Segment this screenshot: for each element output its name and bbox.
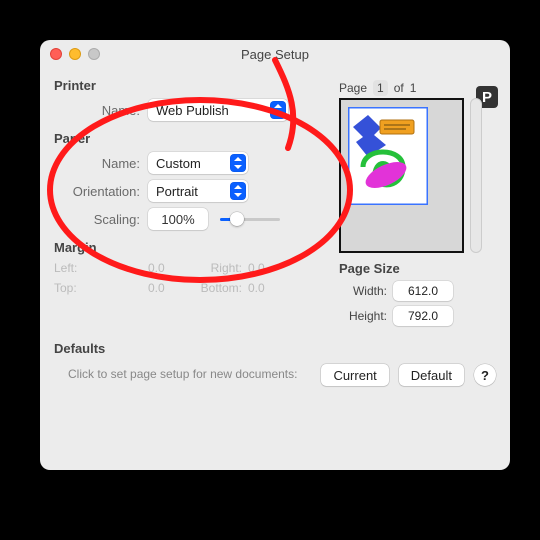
orientation-label: Orientation: bbox=[54, 184, 148, 199]
content-area: Printer Name: Web Publish Paper Name: Cu… bbox=[40, 68, 510, 398]
page-setup-window: Page Setup P Printer Name: Web Publish P… bbox=[40, 40, 510, 470]
current-button[interactable]: Current bbox=[321, 364, 388, 386]
margin-bottom-value: 0.0 bbox=[242, 281, 265, 295]
margin-left-label: Left: bbox=[54, 261, 148, 275]
scaling-label: Scaling: bbox=[54, 212, 148, 227]
chevron-updown-icon bbox=[230, 182, 246, 200]
titlebar: Page Setup bbox=[40, 40, 510, 68]
paper-name-select[interactable]: Custom bbox=[148, 152, 248, 174]
defaults-row: Click to set page setup for new document… bbox=[54, 364, 496, 386]
width-label: Width: bbox=[339, 284, 393, 298]
margin-top-label: Top: bbox=[54, 281, 148, 295]
printer-name-value: Web Publish bbox=[156, 103, 229, 118]
height-label: Height: bbox=[339, 309, 393, 323]
page-of-label: of bbox=[394, 81, 404, 95]
minimize-button[interactable] bbox=[69, 48, 81, 60]
page-size-section-label: Page Size bbox=[339, 261, 496, 276]
width-value: 612.0 bbox=[408, 284, 438, 298]
page-current[interactable]: 1 bbox=[373, 80, 388, 96]
page-total: 1 bbox=[410, 81, 417, 95]
page-preview bbox=[339, 98, 464, 253]
page-size-section: Page Size Width: 612.0 Height: 792.0 bbox=[339, 261, 496, 326]
left-form: Printer Name: Web Publish Paper Name: Cu… bbox=[54, 68, 329, 331]
printer-name-select[interactable]: Web Publish bbox=[148, 99, 288, 121]
close-button[interactable] bbox=[50, 48, 62, 60]
margin-top-value: 0.0 bbox=[148, 281, 192, 295]
default-button[interactable]: Default bbox=[399, 364, 464, 386]
preview-artwork-icon bbox=[348, 107, 428, 205]
paper-name-value: Custom bbox=[156, 156, 201, 171]
chevron-updown-icon bbox=[270, 101, 286, 119]
scaling-value: 100% bbox=[161, 212, 194, 227]
height-input[interactable]: 792.0 bbox=[393, 306, 453, 326]
slider-knob[interactable] bbox=[230, 212, 244, 226]
margin-left-value: 0.0 bbox=[148, 261, 192, 275]
defaults-section-label: Defaults bbox=[54, 341, 496, 356]
height-value: 792.0 bbox=[408, 309, 438, 323]
orientation-value: Portrait bbox=[156, 184, 198, 199]
orientation-select[interactable]: Portrait bbox=[148, 180, 248, 202]
chevron-updown-icon bbox=[230, 154, 246, 172]
page-counter: Page 1 of 1 bbox=[339, 80, 496, 96]
printer-section-label: Printer bbox=[54, 78, 329, 93]
scaling-input[interactable]: 100% bbox=[148, 208, 208, 230]
right-column: Page 1 of 1 bbox=[339, 68, 496, 331]
traffic-light-buttons bbox=[50, 48, 100, 60]
scaling-slider[interactable] bbox=[220, 211, 280, 227]
margin-right-label: Right: bbox=[192, 261, 242, 275]
page-label: Page bbox=[339, 81, 367, 95]
width-input[interactable]: 612.0 bbox=[393, 281, 453, 301]
help-button[interactable]: ? bbox=[474, 364, 496, 386]
window-title: Page Setup bbox=[241, 47, 309, 62]
margin-bottom-label: Bottom: bbox=[192, 281, 242, 295]
paper-section-label: Paper bbox=[54, 131, 329, 146]
margin-section-label: Margin bbox=[54, 240, 329, 255]
printer-name-label: Name: bbox=[54, 103, 148, 118]
zoom-button[interactable] bbox=[88, 48, 100, 60]
paper-name-label: Name: bbox=[54, 156, 148, 171]
preview-scrollbar[interactable] bbox=[470, 98, 482, 253]
preview-page bbox=[348, 107, 428, 205]
defaults-hint: Click to set page setup for new document… bbox=[54, 367, 311, 383]
margin-right-value: 0.0 bbox=[242, 261, 265, 275]
